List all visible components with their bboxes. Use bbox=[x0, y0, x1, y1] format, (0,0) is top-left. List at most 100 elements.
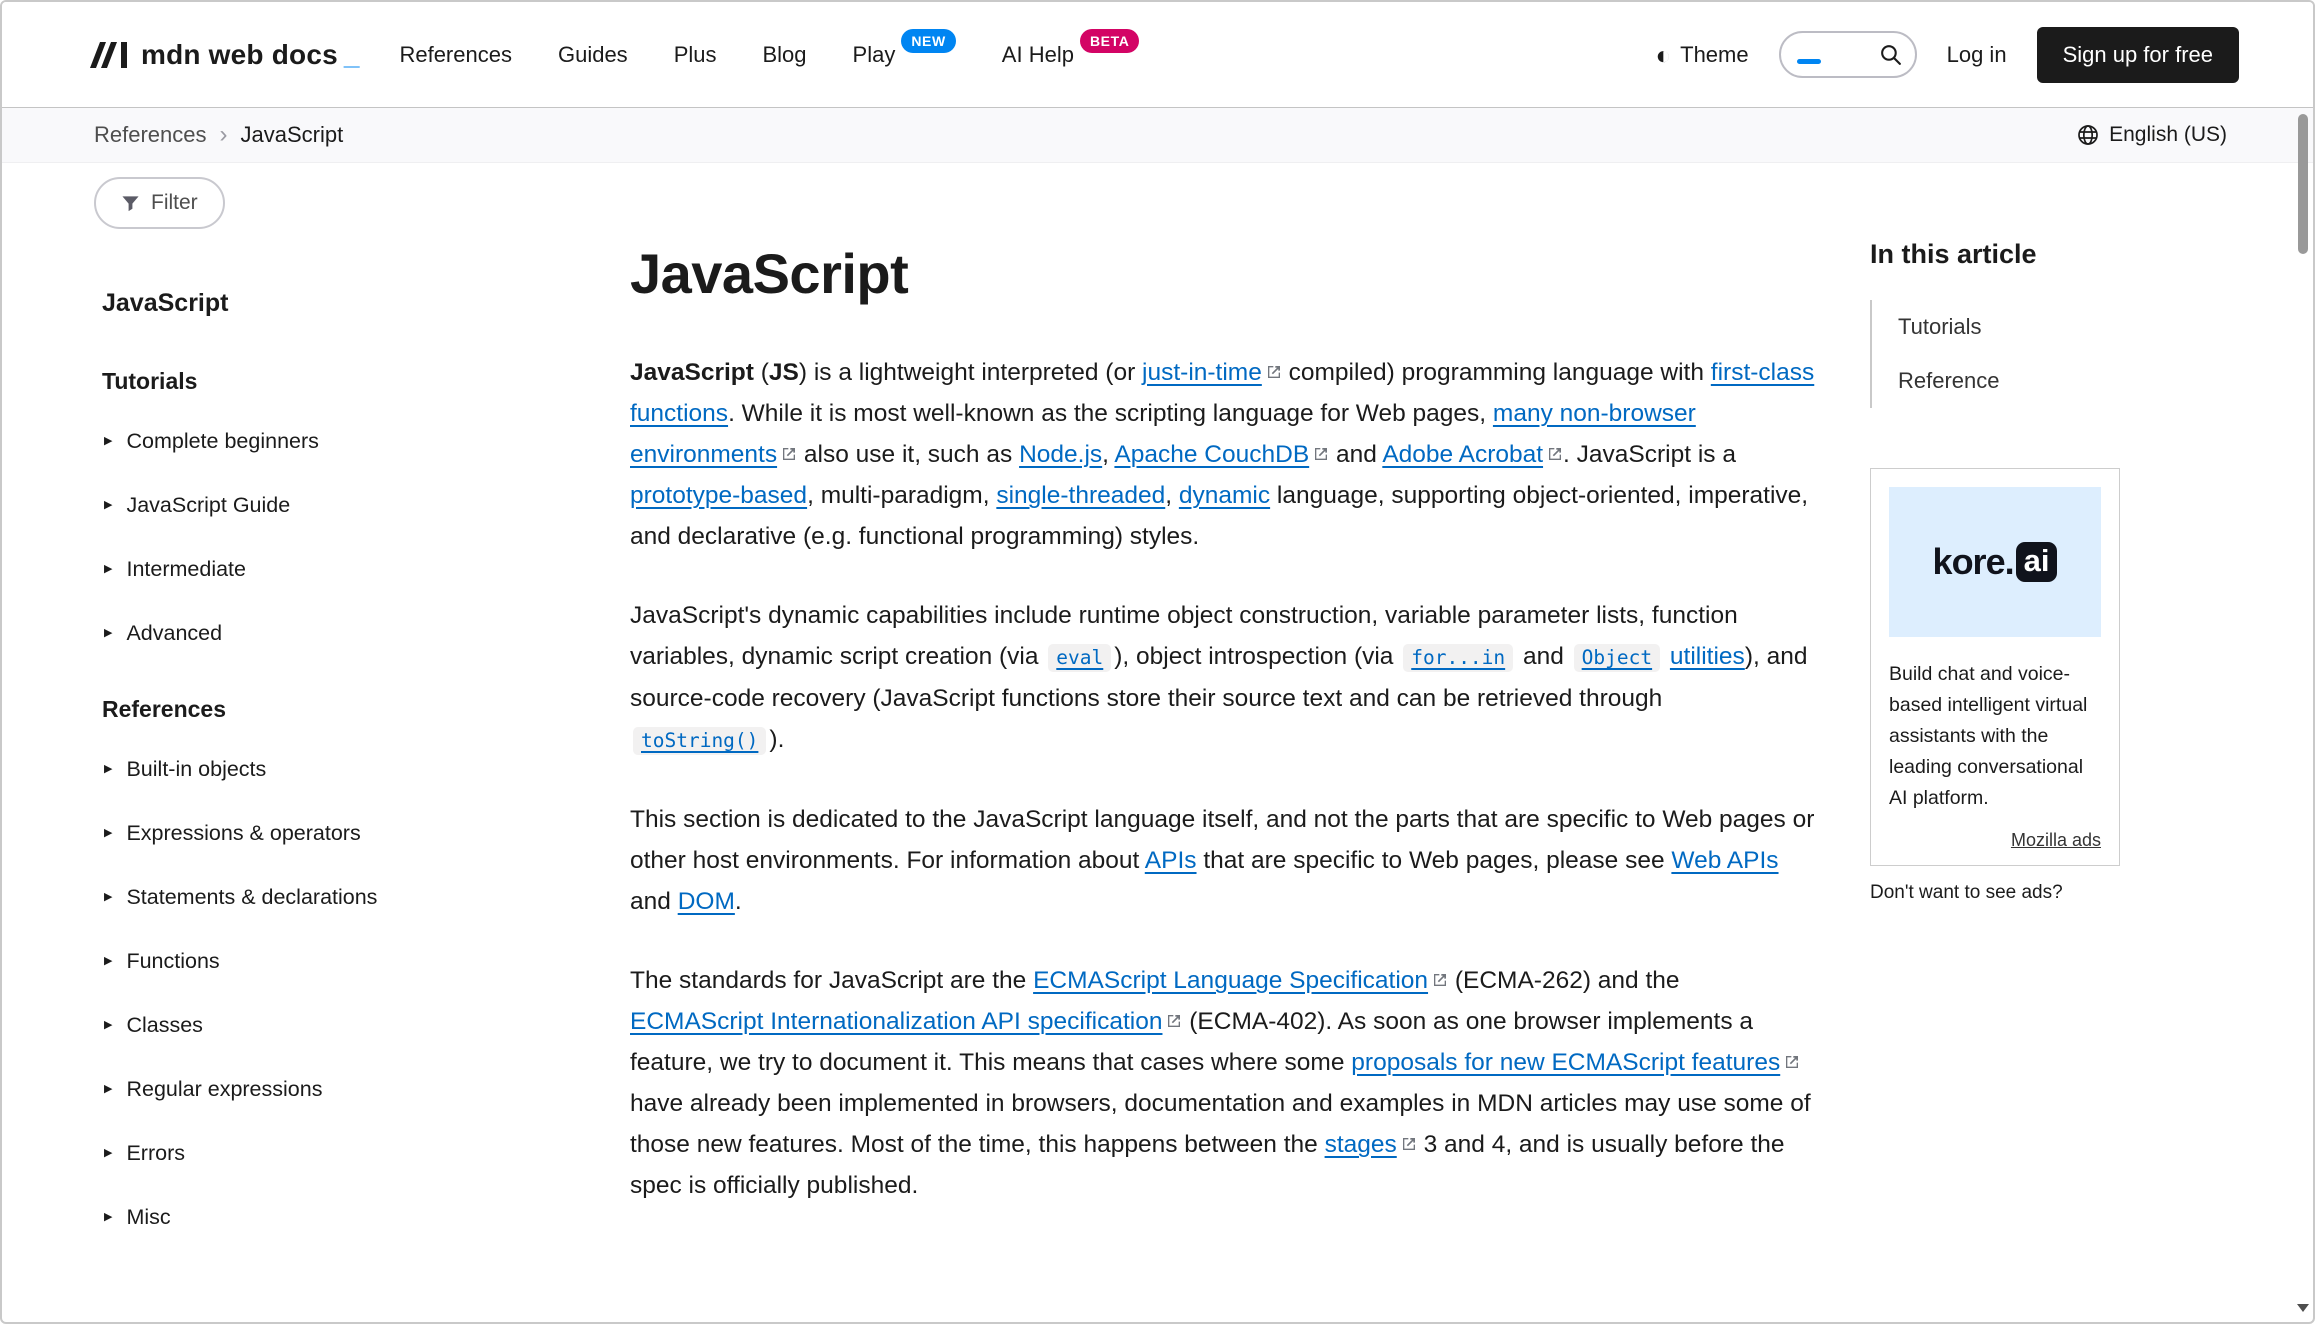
sidebar-item-label[interactable]: Complete beginners bbox=[126, 429, 318, 454]
sidebar-item-errors[interactable]: ▶Errors bbox=[104, 1141, 630, 1166]
nav-item-blog[interactable]: Blog bbox=[762, 42, 806, 68]
theme-toggle[interactable]: ◐ Theme bbox=[1655, 42, 1748, 68]
sidebar-item-label[interactable]: Statements & declarations bbox=[126, 885, 377, 910]
search-input[interactable] bbox=[1779, 31, 1917, 78]
sidebar-item-statements-declarations[interactable]: ▶Statements & declarations bbox=[104, 885, 630, 910]
scrollbar-down-arrow-icon[interactable] bbox=[2297, 1304, 2309, 1312]
inline-link[interactable]: ECMAScript Language Specification bbox=[1033, 967, 1448, 994]
external-link-icon bbox=[1784, 1054, 1800, 1070]
ad-brand-logo: kore.ai bbox=[1933, 541, 2058, 583]
inline-link[interactable]: just-in-time bbox=[1142, 359, 1282, 386]
sidebar-item-label[interactable]: Regular expressions bbox=[126, 1077, 322, 1102]
disclosure-triangle-icon: ▶ bbox=[104, 956, 112, 967]
inline-link[interactable]: utilities bbox=[1670, 643, 1745, 670]
sidebar-title: JavaScript bbox=[102, 289, 630, 318]
breadcrumb-item-references[interactable]: References bbox=[94, 122, 207, 148]
ad-optout-link[interactable]: Don't want to see ads? bbox=[1870, 882, 2063, 904]
nav-badge-beta: BETA bbox=[1080, 29, 1139, 53]
sidebar-item-misc[interactable]: ▶Misc bbox=[104, 1205, 630, 1230]
article-paragraph: JavaScript (JS) is a lightweight interpr… bbox=[630, 352, 1815, 557]
external-link-icon bbox=[1432, 972, 1448, 988]
login-link[interactable]: Log in bbox=[1947, 42, 2007, 68]
code-link[interactable]: toString() bbox=[633, 727, 766, 755]
external-link-icon bbox=[781, 446, 797, 462]
sidebar-item-label[interactable]: JavaScript Guide bbox=[126, 493, 290, 518]
sidebar-heading-tutorials: Tutorials bbox=[102, 368, 630, 395]
nav-item-label: Guides bbox=[558, 42, 628, 68]
ad-attribution-link[interactable]: Mozilla ads bbox=[1889, 830, 2101, 851]
sidebar-item-classes[interactable]: ▶Classes bbox=[104, 1013, 630, 1038]
sidebar-item-label[interactable]: Functions bbox=[126, 949, 219, 974]
external-link-icon bbox=[1547, 446, 1563, 462]
sidebar-item-label[interactable]: Intermediate bbox=[126, 557, 246, 582]
code-link[interactable]: eval bbox=[1048, 644, 1111, 672]
sidebar-list-references: ▶Built-in objects▶Expressions & operator… bbox=[104, 757, 630, 1230]
sidebar-item-label[interactable]: Built-in objects bbox=[126, 757, 266, 782]
sidebar-item-label[interactable]: Expressions & operators bbox=[126, 821, 360, 846]
sidebar-item-regular-expressions[interactable]: ▶Regular expressions bbox=[104, 1077, 630, 1102]
sidebar-item-built-in-objects[interactable]: ▶Built-in objects bbox=[104, 757, 630, 782]
theme-label: Theme bbox=[1680, 42, 1748, 68]
sidebar-item-advanced[interactable]: ▶Advanced bbox=[104, 621, 630, 646]
inline-link[interactable]: APIs bbox=[1145, 847, 1197, 874]
language-label: English (US) bbox=[2109, 123, 2227, 147]
toc-link-tutorials[interactable]: Tutorials bbox=[1872, 300, 2120, 354]
ad-image[interactable]: kore.ai bbox=[1889, 487, 2101, 637]
external-link-icon bbox=[1401, 1136, 1417, 1152]
nav-item-label: References bbox=[399, 42, 512, 68]
scrollbar-thumb[interactable] bbox=[2298, 114, 2308, 254]
main-nav: References Guides Plus Blog PlayNEW AI HelpBE… bbox=[399, 42, 1139, 68]
inline-link[interactable]: Node.js bbox=[1019, 441, 1102, 468]
sidebar-item-expressions-operators[interactable]: ▶Expressions & operators bbox=[104, 821, 630, 846]
nav-item-ai-help[interactable]: AI HelpBETA bbox=[1002, 42, 1140, 68]
code-link[interactable]: for...in bbox=[1403, 644, 1513, 672]
nav-item-play[interactable]: PlayNEW bbox=[853, 42, 956, 68]
breadcrumb-item-javascript[interactable]: JavaScript bbox=[241, 122, 344, 148]
nav-item-guides[interactable]: Guides bbox=[558, 42, 628, 68]
sidebar-item-functions[interactable]: ▶ Functions bbox=[104, 949, 630, 974]
inline-link[interactable]: DOM bbox=[678, 888, 735, 915]
language-switcher[interactable]: English (US) bbox=[2076, 123, 2227, 147]
ad-text[interactable]: Build chat and voice-based intelligent v… bbox=[1889, 659, 2101, 814]
sidebar-item-label[interactable]: Misc bbox=[126, 1205, 170, 1230]
sidebar-item-complete-beginners[interactable]: ▶Complete beginners bbox=[104, 429, 630, 454]
bold-term: JS bbox=[769, 359, 799, 386]
inline-link[interactable]: stages bbox=[1325, 1131, 1417, 1158]
sidebar-item-label[interactable]: Classes bbox=[126, 1013, 202, 1038]
sidebar-item-label[interactable]: Errors bbox=[126, 1141, 185, 1166]
article-paragraph: The standards for JavaScript are the ECM… bbox=[630, 960, 1815, 1206]
sidebar-item-intermediate[interactable]: ▶Intermediate bbox=[104, 557, 630, 582]
inline-link[interactable]: prototype-based bbox=[630, 482, 807, 509]
inline-link[interactable]: dynamic bbox=[1179, 482, 1270, 509]
inline-link[interactable]: Apache CouchDB bbox=[1114, 441, 1329, 468]
content-layout: Filter JavaScript Tutorials▶Complete beg… bbox=[2, 163, 2313, 1322]
signup-button[interactable]: Sign up for free bbox=[2037, 27, 2239, 83]
search-caret bbox=[1797, 59, 1821, 64]
toc-link-reference[interactable]: Reference bbox=[1872, 354, 2120, 408]
ad-brand-text: kore. bbox=[1933, 541, 2014, 583]
article-paragraph: This section is dedicated to the JavaScr… bbox=[630, 799, 1815, 922]
mdn-logo[interactable]: mdn web docs_ bbox=[90, 39, 359, 71]
nav-item-plus[interactable]: Plus bbox=[674, 42, 717, 68]
sidebar: Filter JavaScript Tutorials▶Complete beg… bbox=[90, 163, 630, 1269]
inline-link[interactable]: single-threaded bbox=[996, 482, 1165, 509]
code-link[interactable]: Object bbox=[1574, 644, 1660, 672]
inline-link[interactable]: Adobe Acrobat bbox=[1382, 441, 1563, 468]
article: JavaScript JavaScript (JS) is a lightwei… bbox=[630, 163, 1815, 1244]
nav-item-references[interactable]: References bbox=[399, 42, 512, 68]
logo-text: mdn web docs bbox=[141, 39, 338, 71]
filter-button[interactable]: Filter bbox=[94, 177, 225, 229]
scrollbar[interactable] bbox=[2296, 112, 2310, 1314]
inline-link[interactable]: ECMAScript Internationalization API spec… bbox=[630, 1008, 1182, 1035]
mdn-logo-icon bbox=[90, 42, 130, 68]
article-paragraph: JavaScript's dynamic capabilities includ… bbox=[630, 595, 1815, 761]
sidebar-sections: Tutorials▶Complete beginners▶JavaScript … bbox=[90, 368, 630, 1230]
sidebar-item-javascript-guide[interactable]: ▶JavaScript Guide bbox=[104, 493, 630, 518]
logo-underscore: _ bbox=[344, 39, 360, 71]
inline-link[interactable]: proposals for new ECMAScript features bbox=[1351, 1049, 1800, 1076]
toc-list: TutorialsReference bbox=[1870, 300, 2120, 408]
inline-link[interactable]: Web APIs bbox=[1671, 847, 1778, 874]
sidebar-item-label[interactable]: Advanced bbox=[126, 621, 222, 646]
nav-badge-new: NEW bbox=[901, 29, 955, 53]
search-icon[interactable] bbox=[1878, 42, 1903, 67]
